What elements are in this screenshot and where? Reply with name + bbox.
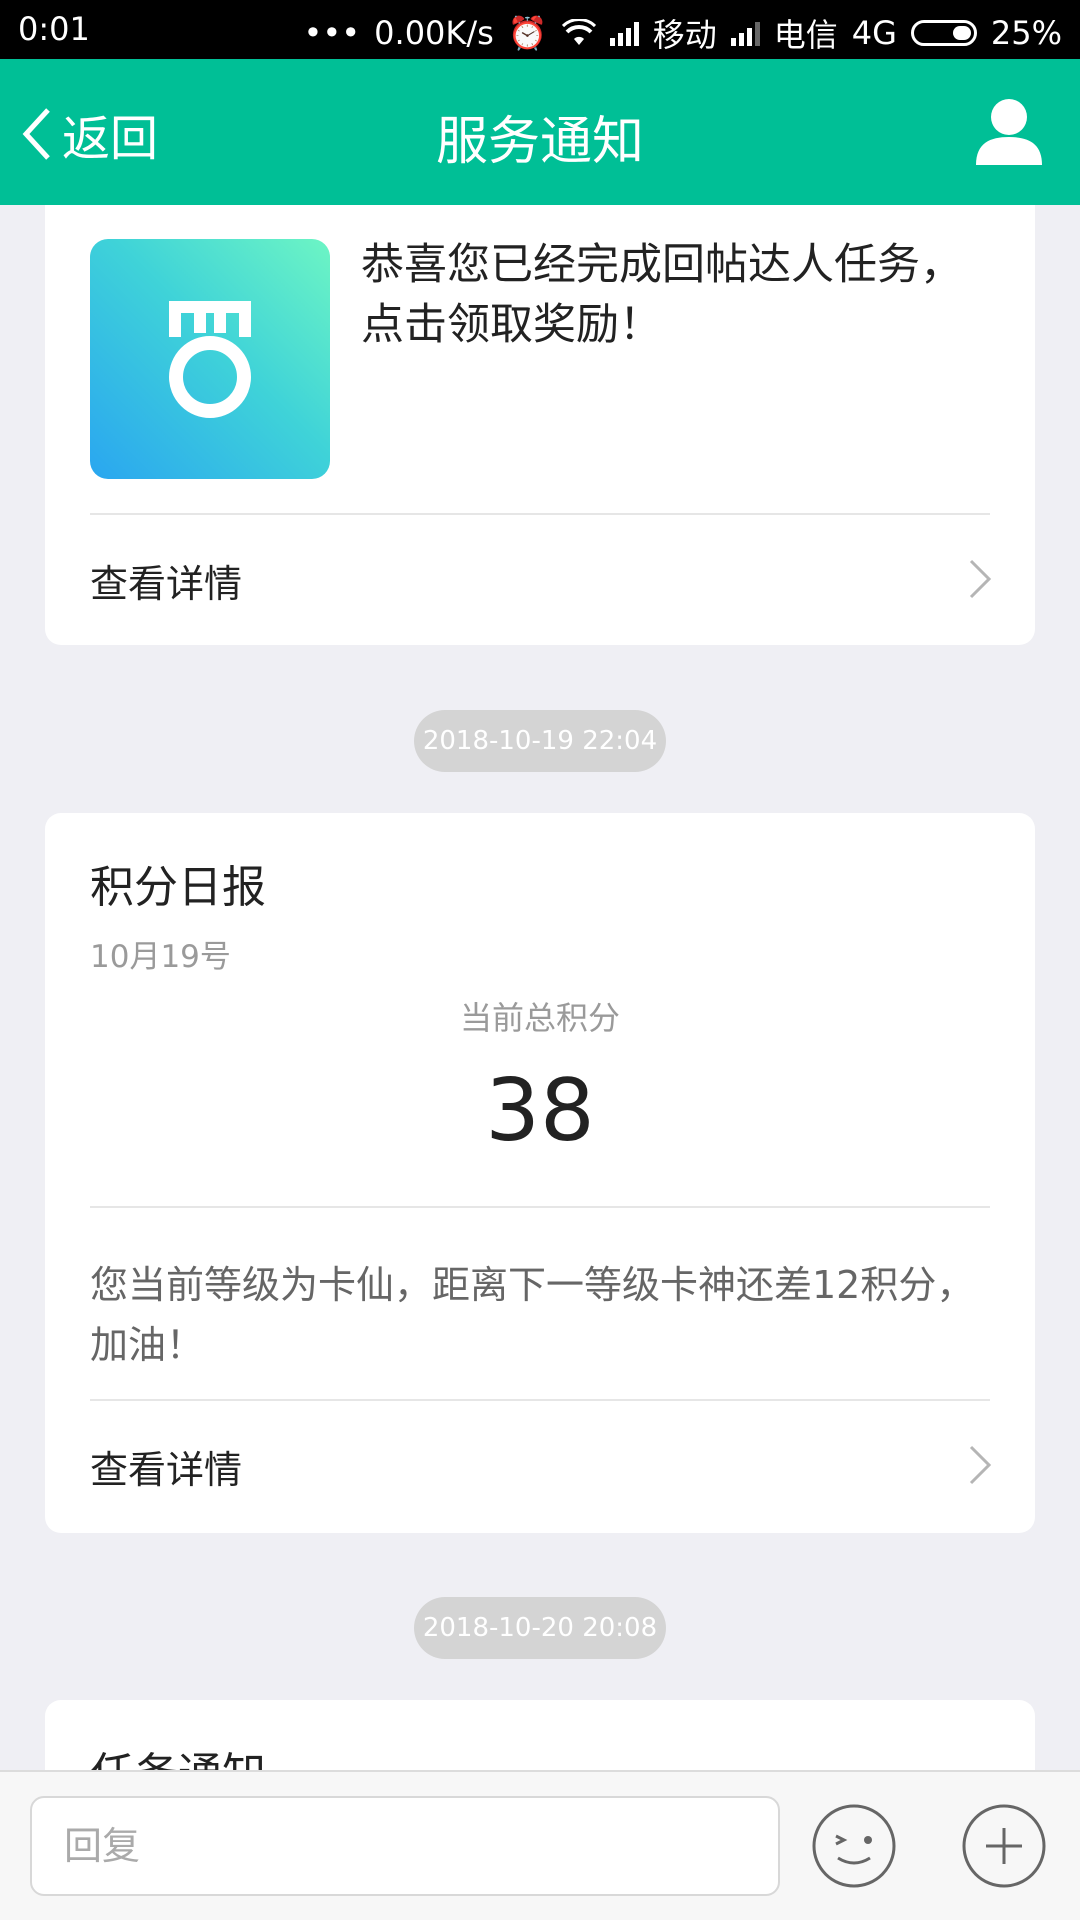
notification-card-task-complete[interactable]: 恭喜您已经完成回帖达人任务，点击领取奖励！ 查看详情 (45, 205, 1035, 645)
total-points-value: 38 (485, 1061, 595, 1161)
message-list[interactable]: 恭喜您已经完成回帖达人任务，点击领取奖励！ 查看详情 2018-10-19 22… (0, 205, 1080, 1770)
carrier-1: 移动 (652, 16, 717, 54)
signal-icon-2 (730, 20, 760, 46)
notification-card-task[interactable]: 任务通知 (45, 1700, 1035, 1770)
notification-card-points-report[interactable]: 积分日报 10月19号 当前总积分 38 您当前等级为卡仙，距离下一等级卡神还差… (45, 813, 1035, 1533)
card-title: 任务通知 (90, 1738, 266, 1770)
card-date: 10月19号 (90, 939, 231, 975)
reply-bar: 回复 (0, 1770, 1080, 1920)
total-points-label: 当前总积分 (459, 999, 620, 1037)
divider (90, 1206, 990, 1208)
card-title: 积分日报 (90, 862, 266, 913)
view-details-label: 查看详情 (90, 562, 243, 606)
network-type: 4G (851, 14, 897, 52)
profile-icon[interactable] (974, 95, 1044, 167)
view-details-row[interactable]: 查看详情 (45, 515, 1035, 643)
app-header: 返回 服务通知 (0, 59, 1080, 205)
battery-level: 25% (990, 14, 1062, 52)
emoji-icon[interactable] (810, 1802, 898, 1890)
carrier-2: 电信 (773, 16, 838, 54)
timestamp-pill: 2018-10-19 22:04 (414, 710, 666, 772)
medal-icon (169, 301, 251, 418)
medal-thumbnail (90, 239, 330, 479)
status-right: ••• 0.00K/s ⏰ 移动 电信 4G 25% (304, 10, 1062, 56)
wifi-icon (561, 19, 596, 45)
status-time: 0:01 (18, 10, 90, 48)
reply-input[interactable]: 回复 (30, 1796, 780, 1896)
level-message: 您当前等级为卡仙，距离下一等级卡神还差12积分，加油！ (90, 1263, 975, 1367)
timestamp-pill: 2018-10-20 20:08 (414, 1597, 666, 1659)
status-bar: 0:01 ••• 0.00K/s ⏰ 移动 电信 4G 25% (0, 0, 1080, 59)
more-notifications-icon: ••• (303, 14, 361, 52)
chevron-right-icon (969, 559, 992, 599)
page-title: 服务通知 (435, 112, 644, 172)
view-details-label: 查看详情 (90, 1448, 243, 1492)
notification-message: 恭喜您已经完成回帖达人任务，点击领取奖励！ (361, 240, 963, 350)
alarm-icon: ⏰ (507, 14, 548, 52)
battery-icon (910, 20, 977, 46)
net-speed: 0.00K/s (374, 14, 494, 52)
view-details-row[interactable]: 查看详情 (45, 1401, 1035, 1529)
signal-icon (609, 20, 639, 46)
add-icon[interactable] (960, 1802, 1048, 1890)
chevron-right-icon (969, 1445, 992, 1485)
